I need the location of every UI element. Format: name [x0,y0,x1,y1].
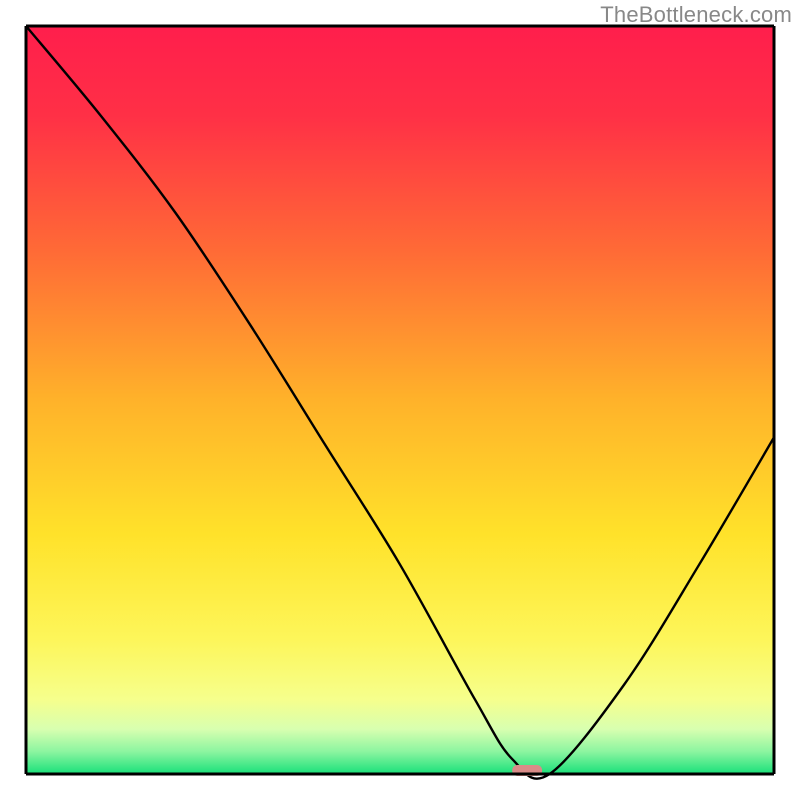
chart-svg [0,0,800,800]
bottleneck-chart: TheBottleneck.com [0,0,800,800]
watermark-text: TheBottleneck.com [600,2,792,28]
plot-gradient-bg [26,26,774,774]
